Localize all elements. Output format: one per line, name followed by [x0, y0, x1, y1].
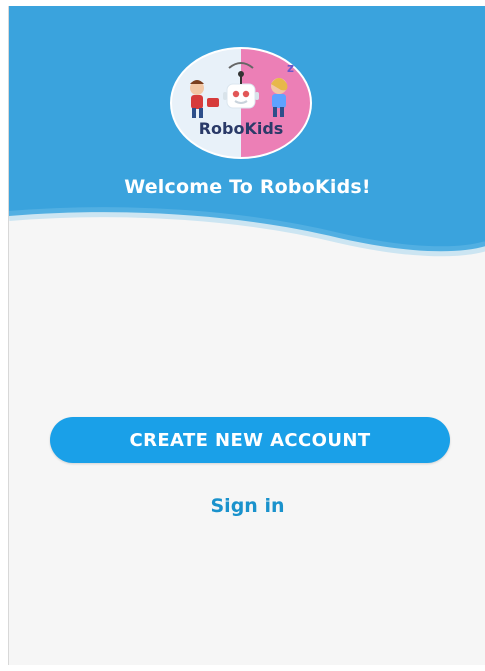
- create-new-account-button[interactable]: CREATE NEW ACCOUNT: [50, 417, 450, 463]
- logo-text: RoboKids: [199, 119, 284, 138]
- welcome-title: Welcome To RoboKids!: [124, 176, 371, 198]
- sign-in-link[interactable]: Sign in: [9, 495, 485, 517]
- create-new-account-label: CREATE NEW ACCOUNT: [129, 429, 371, 451]
- header-wave: [9, 207, 485, 296]
- robokids-logo: z RoboKids: [169, 46, 313, 160]
- svg-text:z: z: [287, 61, 294, 75]
- app-screen: z RoboKids Welcome To RoboKids! CREATE N…: [8, 6, 485, 665]
